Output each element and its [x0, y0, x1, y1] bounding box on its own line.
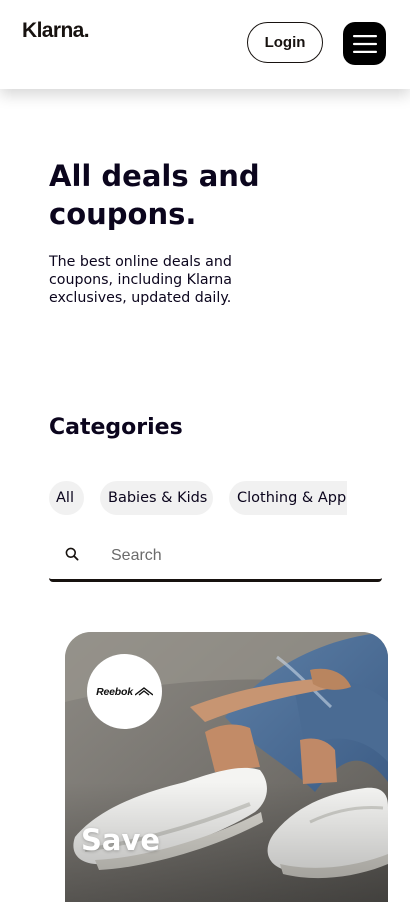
search-bar [49, 532, 382, 582]
reebok-delta-icon [134, 687, 153, 696]
deal-headline: Save [81, 823, 161, 857]
page-title: All deals and coupons. [49, 159, 260, 231]
category-chip-all[interactable]: All [49, 481, 84, 515]
categories-heading: Categories [49, 415, 183, 440]
category-chip-list: All Babies & Kids Clothing & Apparel [49, 481, 347, 515]
search-icon [65, 547, 79, 561]
category-chip-clothing-apparel[interactable]: Clothing & Apparel [229, 481, 347, 515]
category-chip-babies-kids[interactable]: Babies & Kids [100, 481, 213, 515]
site-header: Klarna. Login [0, 0, 410, 89]
search-input[interactable] [111, 541, 361, 571]
brand-logo-badge: Reebok [87, 654, 162, 729]
menu-button[interactable] [343, 22, 386, 65]
page-subtitle: The best online deals and coupons, inclu… [49, 254, 232, 306]
hamburger-menu-icon [352, 34, 377, 53]
deal-card[interactable]: Reebok Save [65, 632, 388, 902]
login-button[interactable]: Login [247, 22, 323, 63]
klarna-logo[interactable]: Klarna. [22, 19, 90, 43]
reebok-logo: Reebok [96, 685, 133, 698]
